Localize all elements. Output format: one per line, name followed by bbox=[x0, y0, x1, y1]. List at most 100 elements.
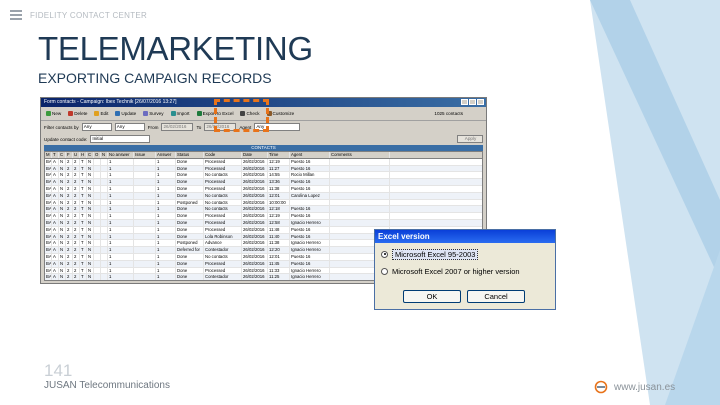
table-cell: 12:01 bbox=[268, 253, 290, 260]
table-cell: N bbox=[59, 213, 66, 219]
column-header[interactable]: C bbox=[87, 152, 94, 158]
table-cell: Puesto 16 bbox=[290, 253, 330, 260]
column-header[interactable]: Time bbox=[268, 152, 290, 158]
excel-2007-option[interactable]: Microsoft Excel 2007 or higher version bbox=[381, 264, 549, 278]
table-cell bbox=[134, 158, 156, 165]
table-cell: BA bbox=[46, 165, 52, 172]
edit-button[interactable]: Edit bbox=[92, 109, 110, 119]
table-cell: 2 bbox=[73, 267, 80, 274]
table-cell: 26/02/2016 bbox=[242, 206, 268, 213]
table-cell bbox=[330, 192, 390, 199]
table-cell bbox=[101, 260, 108, 267]
column-header[interactable]: T bbox=[52, 152, 59, 158]
table-cell: 2 bbox=[66, 219, 73, 226]
table-cell: 1 bbox=[156, 192, 176, 199]
close-icon[interactable] bbox=[477, 99, 484, 105]
table-row[interactable]: BA A N 2 2 T N 1 1 Postponed No contacts 26/02/2016… bbox=[45, 199, 482, 207]
table-cell bbox=[101, 274, 108, 280]
table-cell: BA bbox=[46, 274, 52, 280]
table-cell: 1 bbox=[156, 226, 176, 233]
minimize-icon[interactable] bbox=[461, 99, 468, 105]
customize-button[interactable]: Customize bbox=[265, 109, 297, 119]
table-cell: 11:45 bbox=[268, 260, 290, 267]
table-cell bbox=[101, 219, 108, 226]
table-cell: A bbox=[52, 192, 59, 199]
table-row[interactable]: BA A N 2 2 T N 1 1 Done Processed 26/02/2016 11:27 Pu… bbox=[45, 165, 482, 173]
table-cell: 2 bbox=[73, 192, 80, 199]
table-cell: 1 bbox=[156, 165, 176, 172]
column-header[interactable]: Date bbox=[242, 152, 268, 158]
table-cell: A bbox=[52, 253, 59, 260]
column-header[interactable]: F bbox=[66, 152, 73, 158]
table-cell: 2 bbox=[73, 260, 80, 267]
table-row[interactable]: BA A N 2 2 T N 1 1 Done Processed 26/02/2016 11:38 Pu… bbox=[45, 185, 482, 193]
from-date-field[interactable]: 26/02/2016 bbox=[161, 123, 194, 131]
table-cell: N bbox=[87, 267, 94, 274]
update-button[interactable]: Update bbox=[113, 109, 138, 119]
column-header[interactable]: O bbox=[94, 152, 101, 158]
table-cell bbox=[134, 260, 156, 267]
column-header[interactable]: N bbox=[101, 152, 108, 158]
table-cell: 2 bbox=[66, 260, 73, 267]
page-title: TELEMARKETING bbox=[38, 30, 313, 67]
decorative-shapes bbox=[590, 0, 720, 405]
table-cell: 2 bbox=[73, 158, 80, 165]
table-cell: N bbox=[87, 247, 94, 253]
table-cell: 26/02/2016 bbox=[242, 213, 268, 219]
table-cell: 1 bbox=[156, 219, 176, 226]
table-row[interactable]: BA A N 2 2 T N 1 1 Done No contacts 26/02/2016 12:18… bbox=[45, 206, 482, 214]
apply-button[interactable]: Apply bbox=[457, 135, 483, 143]
table-cell: 1 bbox=[108, 158, 134, 165]
column-header[interactable]: Code bbox=[204, 152, 242, 158]
column-header[interactable]: H bbox=[80, 152, 87, 158]
column-header[interactable]: No answer bbox=[108, 152, 134, 158]
table-cell: 1 bbox=[156, 260, 176, 267]
table-row[interactable]: BA A N 2 2 T N 1 1 Done No contacts 26/02/2016 12:01… bbox=[45, 192, 482, 200]
grid-header-row: M T C F U H C O N No answer Issue Answer Status Code D… bbox=[45, 152, 482, 159]
cancel-button[interactable]: Cancel bbox=[467, 290, 525, 303]
table-cell: 1 bbox=[156, 172, 176, 179]
column-header[interactable]: M bbox=[45, 152, 52, 158]
survey-button[interactable]: Survey bbox=[141, 109, 165, 119]
column-header[interactable]: Status bbox=[176, 152, 204, 158]
website-link[interactable]: www.jusan.es bbox=[614, 382, 675, 393]
ok-button[interactable]: OK bbox=[403, 290, 461, 303]
app-window-title: Form contacts - Campaign: Ibex Technik [… bbox=[44, 99, 177, 105]
column-header[interactable]: U bbox=[73, 152, 80, 158]
filter-select-2[interactable]: Any bbox=[114, 123, 145, 131]
table-cell: BA bbox=[46, 219, 52, 226]
menu-icon[interactable] bbox=[10, 10, 22, 20]
table-cell: N bbox=[59, 185, 66, 192]
table-cell: Puesto 16 bbox=[290, 260, 330, 267]
column-header[interactable]: Issue bbox=[134, 152, 156, 158]
maximize-icon[interactable] bbox=[469, 99, 476, 105]
table-cell: Done bbox=[176, 192, 204, 199]
table-cell: A bbox=[52, 274, 59, 280]
table-cell: N bbox=[87, 185, 94, 192]
column-header[interactable]: C bbox=[59, 152, 66, 158]
radio-selected-icon[interactable] bbox=[381, 250, 388, 258]
table-cell bbox=[101, 226, 108, 233]
column-header[interactable]: Agent bbox=[290, 152, 330, 158]
import-button[interactable]: Import bbox=[169, 109, 192, 119]
table-cell: Processed bbox=[204, 158, 242, 165]
column-header[interactable]: Comments bbox=[330, 152, 390, 158]
table-cell: Postponed bbox=[176, 240, 204, 247]
table-row[interactable]: BA A N 2 2 T N 1 1 Done No contacts 26/02/2016 14:55… bbox=[45, 172, 482, 180]
table-row[interactable]: BA A N 2 2 T N 1 1 Done Processed 26/02/2016 12:19 Pu… bbox=[45, 213, 482, 220]
table-cell: 1 bbox=[108, 206, 134, 213]
table-row[interactable]: BA A N 2 2 T N 1 1 Done Processed 26/02/2016 13:36 Pu… bbox=[45, 179, 482, 186]
table-cell: BA bbox=[46, 267, 52, 274]
update-code-select[interactable]: Initial bbox=[90, 135, 151, 143]
delete-button[interactable]: Delete bbox=[66, 109, 89, 119]
table-row[interactable]: BA A N 2 2 T N 1 1 Done Processed 26/02/2016 12:58 Ig… bbox=[45, 219, 482, 227]
table-row[interactable]: BA A N 2 2 T N 1 1 Done Processed 26/02/2016 12:19 Pu… bbox=[45, 158, 482, 166]
excel-95-2003-option[interactable]: Microsoft Excel 95-2003 bbox=[381, 247, 549, 261]
table-cell: N bbox=[87, 179, 94, 185]
filter-select[interactable]: Any bbox=[81, 123, 112, 131]
column-header[interactable]: Answer bbox=[156, 152, 176, 158]
table-cell: Puesto 16 bbox=[290, 233, 330, 240]
new-button[interactable]: New bbox=[44, 109, 63, 119]
table-cell bbox=[134, 253, 156, 260]
radio-icon[interactable] bbox=[381, 267, 388, 275]
